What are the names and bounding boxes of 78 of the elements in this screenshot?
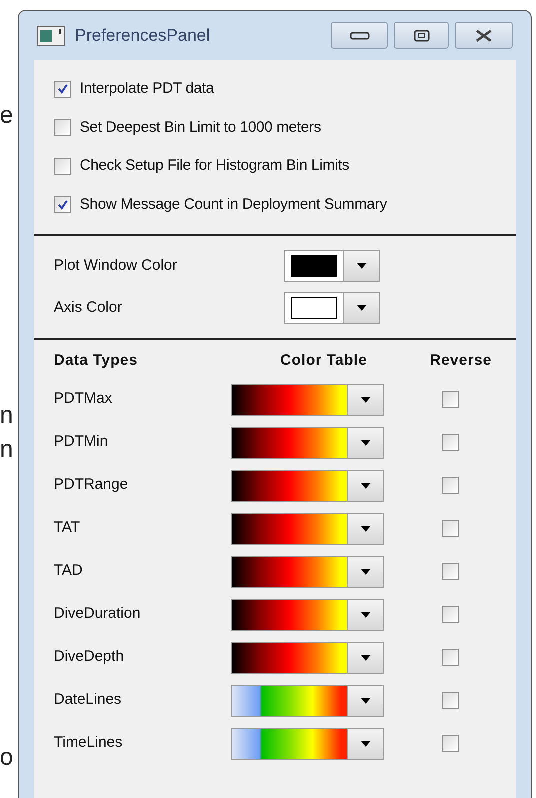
caret-down-icon	[360, 482, 370, 488]
color-table-dropdown[interactable]	[231, 512, 384, 544]
background-text: n	[0, 404, 14, 428]
caret-down-icon	[360, 654, 370, 660]
column-header: Data Types	[54, 351, 139, 371]
background-text: e	[0, 104, 14, 128]
caret-down-icon	[360, 440, 370, 446]
color-table-dropdown[interactable]	[231, 426, 384, 458]
dropdown-button[interactable]	[347, 514, 383, 544]
close-button[interactable]	[455, 22, 513, 49]
dropdown-button[interactable]	[347, 470, 383, 500]
background-text: n	[0, 438, 14, 462]
color-table-dropdown[interactable]	[231, 728, 384, 760]
column-header: Color Table	[280, 351, 368, 371]
minimize-button[interactable]	[331, 22, 388, 49]
maximize-icon	[414, 30, 430, 42]
background-text: o	[0, 746, 14, 770]
caret-down-icon	[360, 568, 370, 574]
check-icon	[56, 198, 68, 211]
dropdown-button[interactable]	[343, 293, 379, 323]
caret-down-icon	[360, 612, 370, 618]
caret-down-icon	[356, 263, 366, 269]
checkbox-label: Interpolate PDT data	[80, 79, 214, 99]
data-type-label: TAD	[54, 561, 84, 582]
checkbox-label: Set Deepest Bin Limit to 1000 meters	[80, 118, 322, 138]
color-table-dropdown[interactable]	[231, 384, 384, 416]
reverse-checkbox[interactable]	[442, 649, 458, 666]
dropdown-button[interactable]	[347, 556, 383, 586]
dropdown-button[interactable]	[347, 728, 383, 758]
data-type-label: TAT	[54, 518, 82, 538]
data-type-label: TimeLines	[54, 733, 124, 754]
caret-down-icon	[360, 698, 370, 704]
data-type-label: PDTRange	[54, 475, 130, 496]
data-type-label: DiveDepth	[54, 647, 126, 668]
data-type-label: DateLines	[54, 690, 123, 710]
checkbox[interactable]	[54, 80, 71, 98]
check-icon	[56, 83, 68, 96]
checkbox[interactable]	[54, 158, 71, 175]
window-app-icon	[37, 26, 65, 46]
checkbox-label: Show Message Count in Deployment Summary	[80, 194, 388, 214]
caret-down-icon	[356, 305, 366, 311]
color-dropdown[interactable]	[284, 250, 380, 282]
reverse-checkbox[interactable]	[442, 692, 458, 709]
data-type-label: DiveDuration	[54, 604, 142, 624]
maximize-button[interactable]	[394, 22, 449, 49]
checkbox[interactable]	[54, 119, 71, 136]
data-type-label: PDTMin	[54, 432, 110, 452]
reverse-checkbox[interactable]	[442, 563, 458, 580]
color-table-dropdown[interactable]	[231, 598, 384, 630]
color-table-dropdown[interactable]	[231, 642, 384, 674]
color-dropdown[interactable]	[284, 292, 380, 324]
reverse-checkbox[interactable]	[442, 520, 458, 537]
checkbox[interactable]	[54, 196, 71, 214]
close-icon	[475, 30, 493, 42]
dropdown-button[interactable]	[347, 600, 383, 630]
dropdown-button[interactable]	[347, 384, 383, 414]
caret-down-icon	[360, 526, 370, 532]
color-label: Axis Color	[54, 298, 124, 318]
caret-down-icon	[360, 396, 370, 402]
reverse-checkbox[interactable]	[442, 735, 458, 752]
color-label: Plot Window Color	[54, 256, 178, 276]
color-table-dropdown[interactable]	[231, 470, 384, 502]
color-table-dropdown[interactable]	[231, 684, 384, 716]
checkbox-label: Check Setup File for Histogram Bin Limits	[80, 156, 350, 176]
dropdown-button[interactable]	[347, 686, 383, 716]
reverse-checkbox[interactable]	[442, 606, 458, 623]
reverse-checkbox[interactable]	[442, 434, 458, 451]
data-type-label: PDTMax	[54, 389, 114, 410]
dropdown-button[interactable]	[343, 251, 379, 281]
column-header: Reverse	[429, 351, 493, 371]
window-title: PreferencesPanel	[75, 24, 210, 47]
minimize-icon	[350, 32, 370, 40]
dropdown-button[interactable]	[347, 428, 383, 458]
reverse-checkbox[interactable]	[442, 477, 458, 494]
color-table-dropdown[interactable]	[231, 556, 384, 588]
reverse-checkbox[interactable]	[442, 391, 458, 408]
dropdown-button[interactable]	[347, 642, 383, 672]
caret-down-icon	[360, 740, 370, 746]
